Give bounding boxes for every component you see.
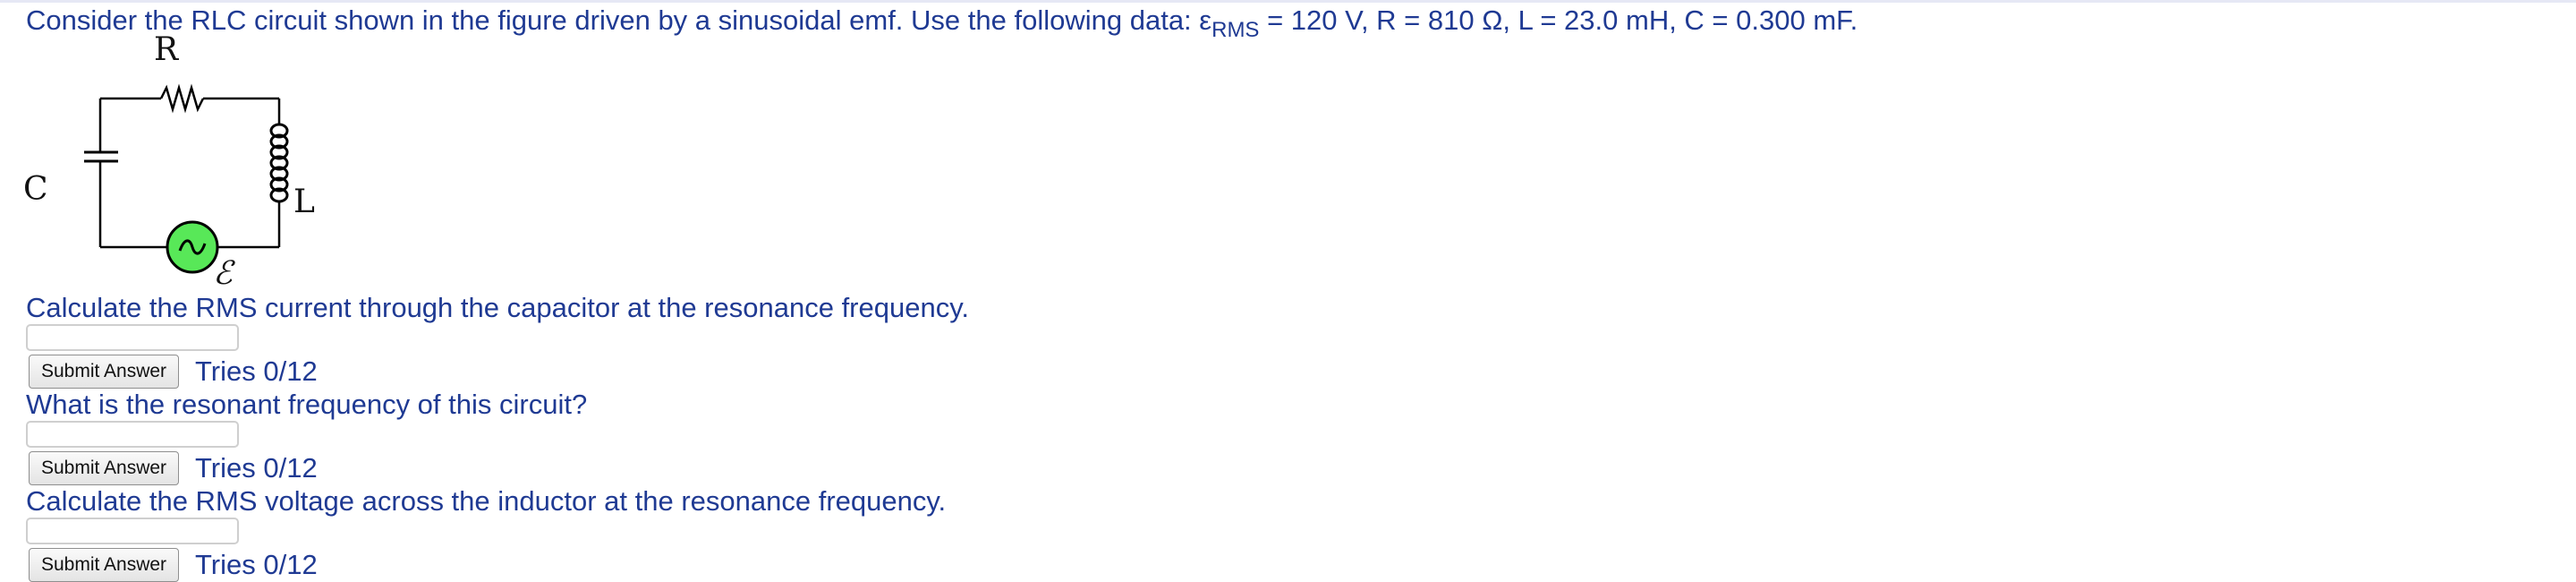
question-1-submit-button[interactable]: Submit Answer (29, 355, 179, 389)
question-2-tries-counter: Tries 0/12 (195, 452, 318, 484)
problem-data-values: = 120 V, R = 810 Ω, L = 23.0 mH, C = 0.3… (1259, 4, 1858, 36)
question-2-prompt: What is the resonant frequency of this c… (26, 389, 588, 420)
emf-subscript: RMS (1211, 18, 1260, 42)
label-emf: ℰ (213, 255, 233, 292)
label-capacitor: C (23, 171, 48, 208)
inductor-symbol (269, 123, 289, 203)
rlc-circuit-figure: R C L ℰ (18, 30, 340, 299)
question-2-answer-input[interactable] (26, 421, 239, 448)
label-inductor: L (293, 184, 315, 220)
question-3-submit-button[interactable]: Submit Answer (29, 548, 179, 582)
question-3-prompt: Calculate the RMS voltage across the ind… (26, 485, 947, 517)
circuit-diagram (84, 83, 289, 274)
question-3-answer-input[interactable] (26, 518, 239, 544)
question-3-tries-counter: Tries 0/12 (195, 549, 318, 580)
question-1-prompt: Calculate the RMS current through the ca… (26, 292, 970, 323)
question-2-submit-button[interactable]: Submit Answer (29, 451, 179, 485)
label-resistor: R (154, 31, 179, 68)
question-1-tries-counter: Tries 0/12 (195, 355, 318, 387)
resistor-symbol (159, 83, 205, 114)
question-1-answer-input[interactable] (26, 324, 239, 351)
